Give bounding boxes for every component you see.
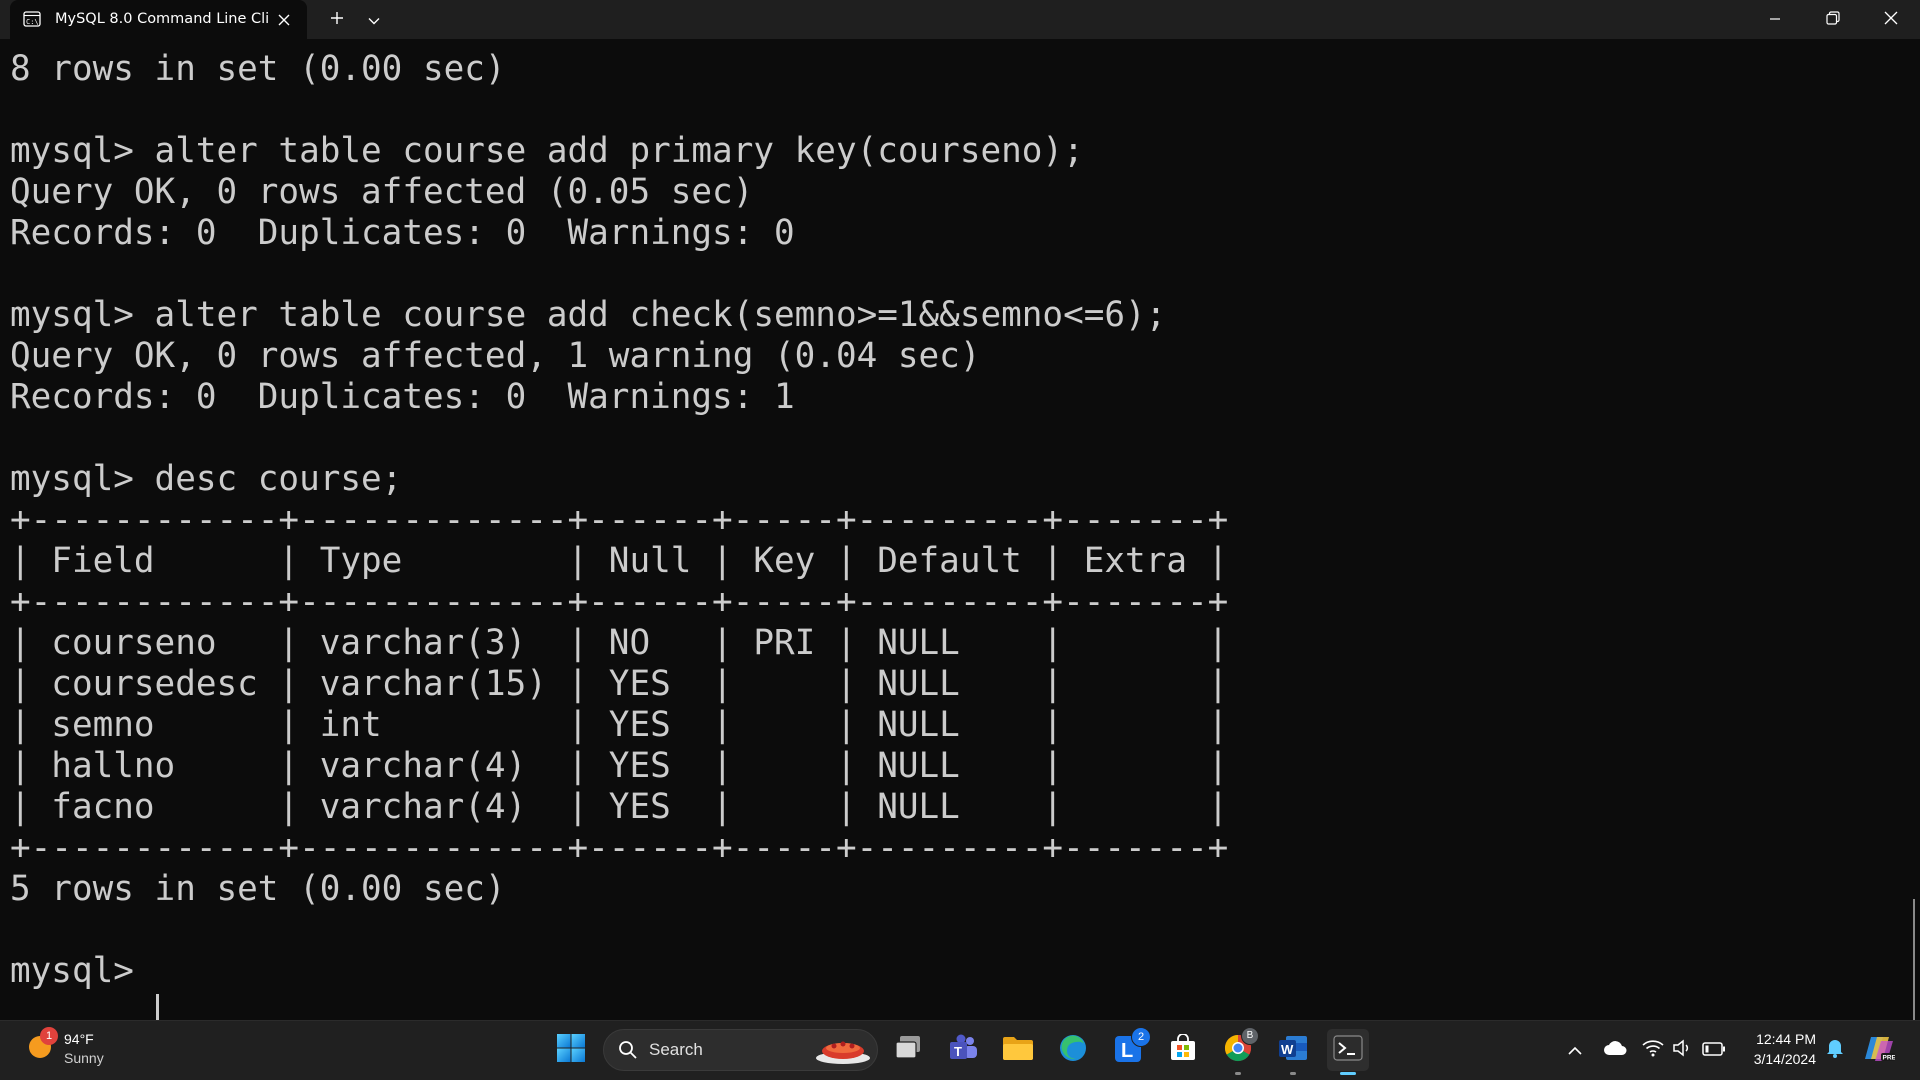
- chrome-button[interactable]: B: [1217, 1027, 1259, 1071]
- search-icon: [618, 1040, 638, 1064]
- tab-dropdown-button[interactable]: [358, 0, 390, 39]
- minimize-icon: [1769, 10, 1781, 29]
- windows-logo-icon: [556, 1033, 586, 1067]
- show-hidden-icons-button[interactable]: [1555, 1029, 1595, 1071]
- volume-button[interactable]: [1666, 1029, 1698, 1071]
- task-view-button[interactable]: [887, 1029, 929, 1071]
- close-tab-icon[interactable]: [275, 11, 293, 29]
- terminal-line: 5 rows in set (0.00 sec): [10, 869, 506, 909]
- tab-mysql-cli[interactable]: C:\ MySQL 8.0 Command Line Cli: [10, 0, 307, 39]
- copilot-button[interactable]: PRE: [1859, 1029, 1899, 1071]
- edge-icon: [1058, 1033, 1088, 1067]
- file-explorer-button[interactable]: [997, 1029, 1039, 1071]
- terminal-line: 8 rows in set (0.00 sec): [10, 49, 506, 89]
- table-header: | Field | Type | Null | Key | Default | …: [10, 541, 1229, 581]
- terminal-icon: [1333, 1035, 1363, 1065]
- speaker-icon: [1672, 1039, 1692, 1061]
- terminal-line: Records: 0 Duplicates: 0 Warnings: 1: [10, 377, 795, 417]
- svg-text:PRE: PRE: [1883, 1055, 1896, 1062]
- new-tab-button[interactable]: [320, 0, 354, 39]
- terminal-output[interactable]: 8 rows in set (0.00 sec) mysql> alter ta…: [0, 39, 1920, 1020]
- cloud-icon: [1603, 1040, 1627, 1060]
- word-button[interactable]: W: [1272, 1029, 1314, 1071]
- store-icon: [1169, 1033, 1197, 1066]
- table-border: +------------+-------------+------+-----…: [10, 582, 1229, 622]
- launcher-app-button[interactable]: L 2: [1107, 1027, 1151, 1071]
- chevron-down-icon: [368, 10, 380, 29]
- table-row: | semno | int | YES | | NULL | |: [10, 705, 1229, 745]
- scrollbar-thumb[interactable]: [1913, 899, 1915, 1020]
- store-button[interactable]: [1162, 1029, 1204, 1071]
- table-row: | hallno | varchar(4) | YES | | NULL | |: [10, 746, 1229, 786]
- wifi-icon: [1642, 1039, 1664, 1061]
- close-icon: [1884, 10, 1898, 29]
- terminal-line: Query OK, 0 rows affected, 1 warning (0.…: [10, 336, 981, 376]
- bell-icon: [1826, 1038, 1844, 1062]
- close-window-button[interactable]: [1868, 0, 1914, 39]
- minimize-button[interactable]: [1752, 0, 1798, 39]
- copilot-icon: PRE: [1863, 1033, 1897, 1067]
- tab-title: MySQL 8.0 Command Line Cli: [55, 11, 270, 27]
- taskbar-search[interactable]: Search: [603, 1029, 878, 1071]
- notification-badge: 2: [1131, 1027, 1151, 1047]
- terminal-line: mysql> alter table course add check(semn…: [10, 295, 1167, 335]
- teams-icon: T: [948, 1034, 978, 1066]
- terminal-line: Records: 0 Duplicates: 0 Warnings: 0: [10, 213, 795, 253]
- svg-text:W: W: [1281, 1042, 1294, 1057]
- svg-text:T: T: [954, 1044, 962, 1059]
- table-row: | courseno | varchar(3) | NO | PRI | NUL…: [10, 623, 1229, 663]
- notifications-button[interactable]: [1820, 1029, 1850, 1071]
- task-view-icon: [894, 1035, 922, 1065]
- battery-button[interactable]: [1696, 1029, 1732, 1071]
- edge-button[interactable]: [1052, 1029, 1094, 1071]
- onedrive-button[interactable]: [1597, 1029, 1633, 1071]
- teams-button[interactable]: T: [942, 1029, 984, 1071]
- chevron-up-icon: [1568, 1041, 1582, 1060]
- word-icon: W: [1278, 1034, 1308, 1066]
- table-border: +------------+-------------+------+-----…: [10, 500, 1229, 540]
- table-border: +------------+-------------+------+-----…: [10, 828, 1229, 868]
- terminal-active-indicator: [1340, 1072, 1356, 1075]
- terminal-line: mysql> alter table course add primary ke…: [10, 131, 1084, 171]
- restore-button[interactable]: [1810, 0, 1856, 39]
- clock-time: 12:44 PM: [1756, 1031, 1816, 1047]
- weather-temperature: 94°F: [64, 1031, 94, 1047]
- terminal-taskbar-button[interactable]: [1327, 1029, 1369, 1071]
- terminal-icon: C:\: [23, 11, 41, 27]
- text-cursor: [156, 994, 159, 1020]
- folder-icon: [1002, 1034, 1034, 1066]
- svg-text:C:\: C:\: [26, 18, 39, 26]
- word-running-indicator: [1290, 1072, 1296, 1075]
- clock-date: 3/14/2024: [1753, 1051, 1816, 1067]
- command-prompt[interactable]: mysql>: [10, 951, 155, 992]
- svg-text:L: L: [1121, 1040, 1133, 1062]
- plus-icon: [330, 10, 344, 29]
- wifi-button[interactable]: [1636, 1029, 1670, 1071]
- restore-icon: [1826, 10, 1840, 29]
- search-highlight-icon: [814, 1034, 872, 1070]
- chrome-running-indicator: [1235, 1072, 1241, 1075]
- terminal-line: mysql> desc course;: [10, 459, 403, 499]
- table-row: | facno | varchar(4) | YES | | NULL | |: [10, 787, 1229, 827]
- title-bar: C:\ MySQL 8.0 Command Line Cli: [0, 0, 1920, 39]
- terminal-line: Query OK, 0 rows affected (0.05 sec): [10, 172, 754, 212]
- search-label: Search: [649, 1040, 703, 1059]
- weather-condition: Sunny: [64, 1050, 104, 1066]
- battery-icon: [1702, 1041, 1726, 1060]
- weather-badge: 1: [40, 1027, 58, 1045]
- table-row: | coursedesc | varchar(15) | YES | | NUL…: [10, 664, 1229, 704]
- profile-badge: B: [1241, 1027, 1259, 1045]
- start-button[interactable]: [550, 1029, 592, 1071]
